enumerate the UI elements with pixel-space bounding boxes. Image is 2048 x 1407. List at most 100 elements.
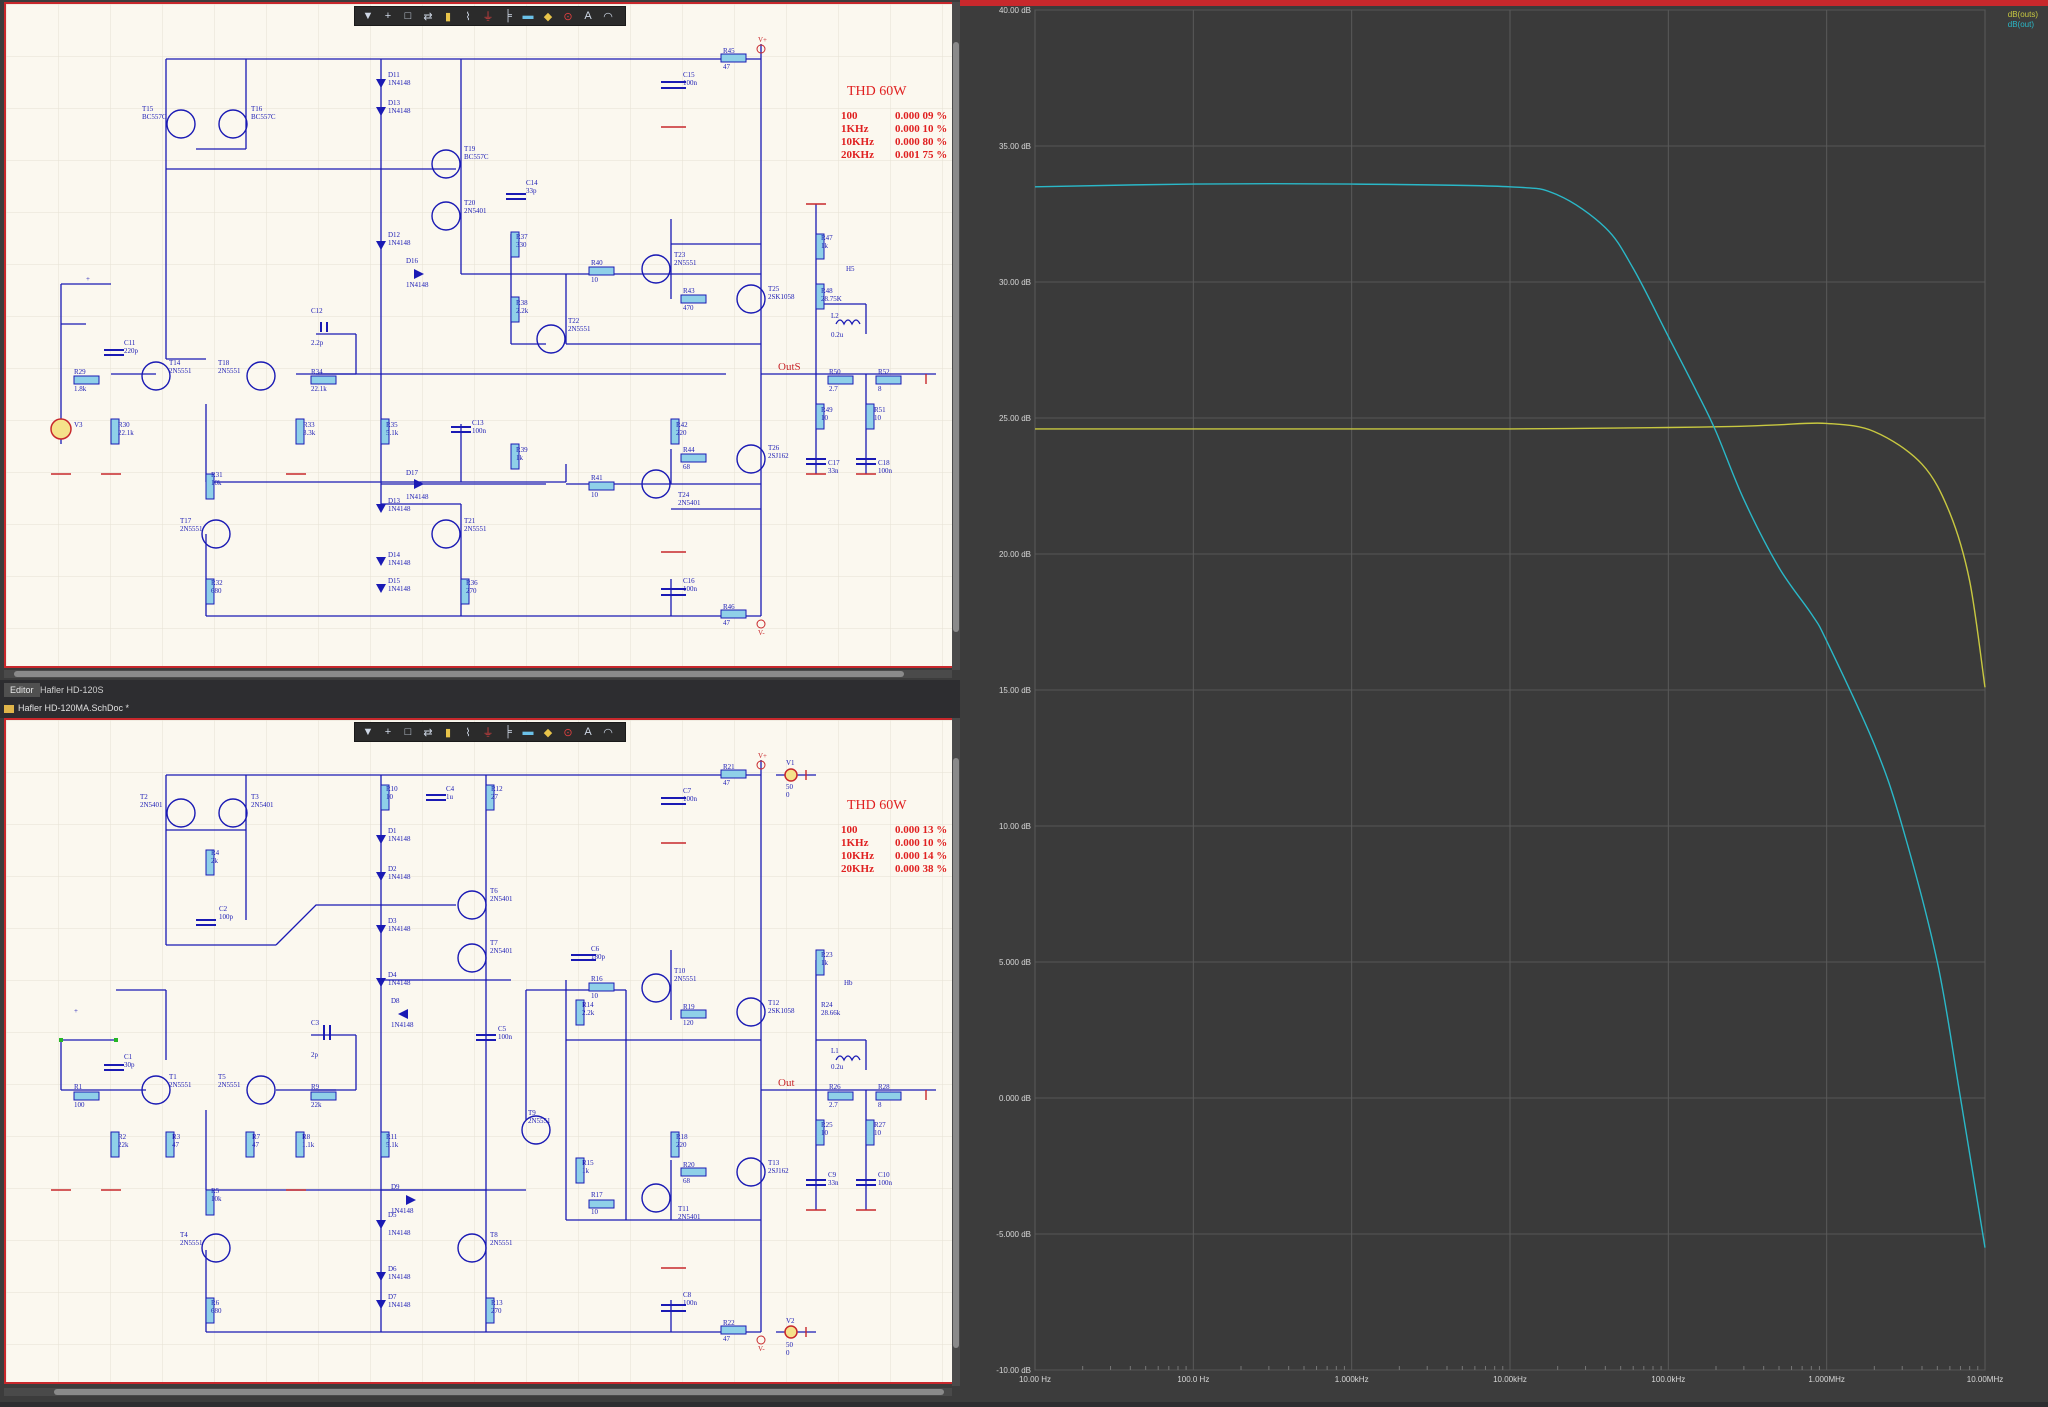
label-t1-value: 2N5551: [169, 1081, 192, 1089]
label-d13b: D13: [388, 497, 401, 505]
tab-project[interactable]: Hafler HD-120S: [40, 683, 104, 697]
x-tick-label: 10.00kHz: [1493, 1375, 1527, 1384]
label-r29: R29: [74, 368, 86, 376]
move-icon[interactable]: ⇄: [419, 724, 437, 740]
plus-icon[interactable]: +: [379, 8, 397, 24]
schematic-sheet-bottom[interactable]: T2 2N5401 T3 2N5401 R10 10 C4 1u R12 27 …: [4, 718, 956, 1384]
scroll-thumb[interactable]: [14, 671, 904, 677]
port-icon[interactable]: ▬: [519, 724, 537, 740]
label-v3: V3: [74, 421, 83, 429]
label-d13: D13: [388, 99, 401, 107]
select-icon[interactable]: □: [399, 724, 417, 740]
label-r47-value: 1k: [821, 242, 828, 250]
horizontal-scrollbar-bottom[interactable]: [4, 1388, 952, 1396]
text-icon[interactable]: A: [579, 8, 597, 24]
label-d14: D14: [388, 551, 401, 559]
bus-icon[interactable]: ╞: [499, 724, 517, 740]
label-c15-value: 100n: [683, 79, 697, 87]
thd-title: THD 60W: [847, 84, 907, 99]
label-c15: C15: [683, 71, 695, 79]
label-d17-value: 1N4148: [406, 493, 429, 501]
label-l2: L2: [831, 312, 839, 320]
label-t15-value: BC557C: [142, 113, 167, 121]
document-tab[interactable]: Hafler HD-120MA.SchDoc *: [4, 701, 129, 716]
label-r17: R17: [591, 1191, 603, 1199]
scroll-thumb[interactable]: [54, 1389, 944, 1395]
label-d3: D3: [388, 917, 397, 925]
label-c7: C7: [683, 787, 692, 795]
label-c6-value: 180p: [591, 953, 605, 961]
label-c12-value: 2.2p: [311, 339, 324, 347]
schematic-toolbar-bottom: ▼ + □ ⇄ ▮ ⌇ ⏚ ╞ ▬ ◆ ⊙ A ◠: [354, 722, 626, 742]
label-t17: T17: [180, 517, 192, 525]
label-r35: R35: [386, 421, 398, 429]
tab-editor[interactable]: Editor: [4, 683, 40, 697]
power-icon[interactable]: ⊙: [559, 724, 577, 740]
port-icon[interactable]: ▬: [519, 8, 537, 24]
legend-entry-outs[interactable]: dB(outs): [2008, 10, 2038, 20]
label-r7: R7: [252, 1133, 261, 1141]
x-tick-label: 100.0kHz: [1651, 1375, 1685, 1384]
vertical-scrollbar-top[interactable]: [952, 2, 960, 670]
schematic-sheet-top[interactable]: R45 47 C15 100n D11 1N4148 D13 1N4148 T1…: [4, 2, 956, 668]
plus-icon[interactable]: +: [379, 724, 397, 740]
label-r43: R43: [683, 287, 695, 295]
label-t20-value: 2N5401: [464, 207, 487, 215]
ground-icon[interactable]: ⏚: [479, 724, 497, 740]
label-r30: R30: [118, 421, 130, 429]
label-t3-value: 2N5401: [251, 801, 274, 809]
label-d17: D17: [406, 469, 419, 477]
label-c18: C18: [878, 459, 890, 467]
label-t5-value: 2N5551: [218, 1081, 241, 1089]
label-c4: C4: [446, 785, 455, 793]
wire-icon[interactable]: ⌇: [459, 724, 477, 740]
x-tick-label: 1.000MHz: [1808, 1375, 1844, 1384]
label-r36: R36: [466, 579, 478, 587]
select-icon[interactable]: □: [399, 8, 417, 24]
bus-icon[interactable]: ╞: [499, 8, 517, 24]
text-icon[interactable]: A: [579, 724, 597, 740]
net-label-icon[interactable]: ◆: [539, 8, 557, 24]
label-r8-value: 1.1k: [302, 1141, 315, 1149]
thd-panel-top: THD 60W 100 0.000 09 % 1KHz 0.000 10 % 10K…: [841, 84, 947, 162]
move-icon[interactable]: ⇄: [419, 8, 437, 24]
label-r38: R38: [516, 299, 528, 307]
label-d15-value: 1N4148: [388, 585, 411, 593]
label-v1-zero: 0: [786, 791, 790, 799]
label-c8: C8: [683, 1291, 692, 1299]
label-t8: T8: [490, 1231, 498, 1239]
net-label-icon[interactable]: ◆: [539, 724, 557, 740]
label-r26: R26: [829, 1083, 841, 1091]
horizontal-scrollbar-top[interactable]: [4, 670, 952, 678]
label-r6-value: 680: [211, 1307, 222, 1315]
label-t4-value: 2N5551: [180, 1239, 203, 1247]
label-r11: R11: [386, 1133, 398, 1141]
label-vplus: V+: [758, 752, 768, 760]
y-tick-label: 30.00 dB: [999, 278, 1031, 287]
label-r22-value: 47: [723, 1335, 730, 1343]
label-c10: C10: [878, 1171, 890, 1179]
part-icon[interactable]: ▮: [439, 724, 457, 740]
vertical-scrollbar-bottom[interactable]: [952, 718, 960, 1386]
net-label-out[interactable]: Out: [778, 1078, 795, 1089]
label-d2: D2: [388, 865, 397, 873]
power-icon[interactable]: ⊙: [559, 8, 577, 24]
editor-tabbar: Editor Hafler HD-120S Hafler HD-120MA.Sc…: [0, 680, 960, 718]
arc-icon[interactable]: ◠: [599, 724, 617, 740]
legend-entry-out[interactable]: dB(out): [2008, 20, 2038, 30]
label-l1-value: 0.2u: [831, 1063, 844, 1071]
part-icon[interactable]: ▮: [439, 8, 457, 24]
thd-row: 100 0.000 13 %: [841, 824, 948, 836]
filter-icon[interactable]: ▼: [359, 8, 377, 24]
document-tab-label: Hafler HD-120MA.SchDoc *: [18, 703, 130, 713]
arc-icon[interactable]: ◠: [599, 8, 617, 24]
frequency-response-plot[interactable]: 40.00 dB 35.00 dB 30.00 dB 25.00 dB 20.00 dB…: [960, 0, 2048, 1402]
net-label-out[interactable]: OutS: [778, 362, 801, 373]
filter-icon[interactable]: ▼: [359, 724, 377, 740]
scroll-thumb[interactable]: [953, 758, 959, 1348]
ground-icon[interactable]: ⏚: [479, 8, 497, 24]
label-d1: D1: [388, 827, 397, 835]
label-r33-value: 3.3k: [303, 429, 316, 437]
scroll-thumb[interactable]: [953, 42, 959, 632]
wire-icon[interactable]: ⌇: [459, 8, 477, 24]
